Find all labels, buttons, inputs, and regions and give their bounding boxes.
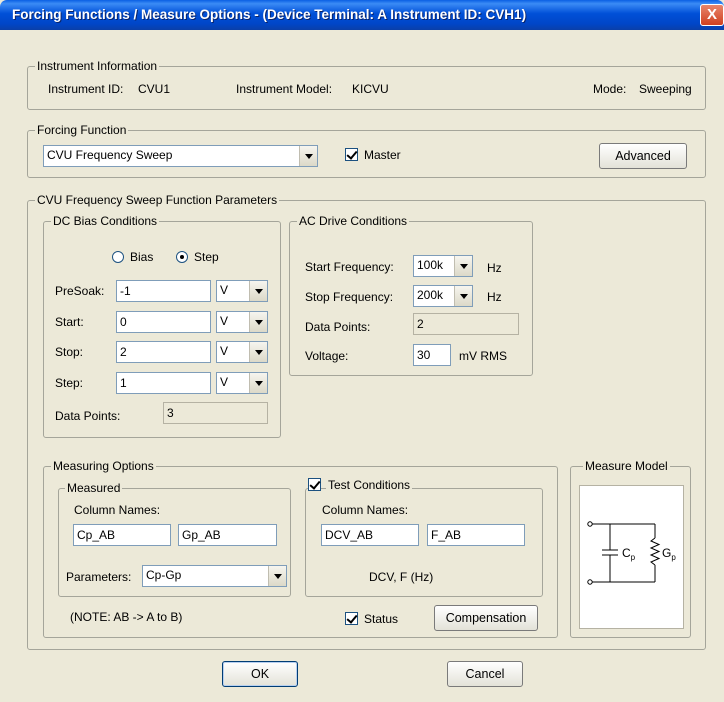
parameters-value: Cp-Gp [146, 568, 182, 582]
test-conditions-description: DCV, F (Hz) [369, 570, 434, 584]
chevron-down-icon[interactable] [249, 281, 267, 301]
chevron-down-icon[interactable] [249, 373, 267, 393]
forcing-function-legend: Forcing Function [35, 123, 129, 137]
dialog-window: Forcing Functions / Measure Options - (D… [0, 0, 724, 702]
test-col2-input[interactable]: F_AB [427, 524, 525, 546]
capacitor-label: Cp [622, 546, 636, 562]
chevron-down-icon[interactable] [299, 146, 317, 166]
step-radio[interactable] [176, 251, 188, 263]
measure-model-diagram: Cp Gp [579, 485, 684, 629]
instrument-model-label: Instrument Model: [236, 82, 333, 96]
mode-value: Sweeping [639, 82, 692, 96]
chevron-down-icon[interactable] [268, 566, 286, 586]
start-frequency-label: Start Frequency: [305, 260, 394, 274]
step-unit-value: V [220, 375, 229, 389]
ac-drive-legend: AC Drive Conditions [297, 214, 410, 228]
instrument-info-legend: Instrument Information [35, 59, 160, 73]
measured-col2-input[interactable]: Gp_AB [178, 524, 277, 546]
test-conditions-label: Test Conditions [326, 478, 413, 492]
start-label: Start: [55, 315, 84, 329]
dc-datapoints-value: 3 [163, 402, 268, 424]
cancel-button[interactable]: Cancel [447, 661, 523, 687]
status-checkbox[interactable] [345, 612, 358, 625]
status-label: Status [364, 612, 399, 626]
step-input[interactable]: 1 [116, 372, 211, 394]
stop-frequency-value: 200k [417, 288, 444, 302]
conductance-label: Gp [662, 546, 676, 562]
measured-column-names-label: Column Names: [74, 503, 161, 517]
start-frequency-unit: Hz [487, 261, 502, 275]
stop-unit-select[interactable]: V [216, 341, 268, 363]
measure-model-legend: Measure Model [583, 459, 670, 473]
presoak-input[interactable]: -1 [116, 280, 211, 302]
chevron-down-icon[interactable] [454, 256, 472, 276]
voltage-label: Voltage: [305, 349, 349, 363]
presoak-unit-value: V [220, 283, 229, 297]
parameters-select[interactable]: Cp-Gp [142, 565, 287, 587]
start-frequency-value: 100k [417, 258, 444, 272]
master-label: Master [364, 148, 401, 162]
stop-frequency-label: Stop Frequency: [305, 290, 394, 304]
start-unit-value: V [220, 314, 229, 328]
step-unit-select[interactable]: V [216, 372, 268, 394]
title-bar[interactable]: Forcing Functions / Measure Options - (D… [0, 0, 724, 30]
parallel-rc-circuit-icon: Cp Gp [587, 521, 676, 585]
master-checkbox[interactable] [345, 148, 358, 161]
stop-frequency-unit: Hz [487, 290, 502, 304]
test-conditions-checkbox[interactable] [308, 478, 321, 491]
ok-button[interactable]: OK [222, 661, 298, 687]
instrument-id-value: CVU1 [138, 82, 171, 96]
advanced-button[interactable]: Advanced [599, 143, 687, 169]
bias-radio-label: Bias [130, 250, 154, 264]
bias-radio[interactable] [112, 251, 124, 263]
note-text: (NOTE: AB -> A to B) [70, 610, 183, 624]
parameters-label: Parameters: [66, 570, 132, 584]
sweep-params-legend: CVU Frequency Sweep Function Parameters [35, 193, 280, 207]
compensation-button[interactable]: Compensation [434, 605, 538, 631]
measured-col1-input[interactable]: Cp_AB [73, 524, 171, 546]
stop-label: Stop: [55, 345, 84, 359]
test-column-names-label: Column Names: [322, 503, 409, 517]
stop-unit-value: V [220, 344, 229, 358]
chevron-down-icon[interactable] [249, 342, 267, 362]
window-title: Forcing Functions / Measure Options - (D… [12, 7, 527, 22]
step-label: Step: [55, 376, 84, 390]
instrument-model-value: KICVU [352, 82, 389, 96]
test-col1-input[interactable]: DCV_AB [321, 524, 419, 546]
stop-input[interactable]: 2 [116, 341, 211, 363]
ac-datapoints-label: Data Points: [305, 320, 371, 334]
start-unit-select[interactable]: V [216, 311, 268, 333]
ac-datapoints-value: 2 [413, 313, 519, 335]
close-button[interactable]: X [700, 4, 724, 26]
forcing-function-value: CVU Frequency Sweep [47, 148, 173, 162]
voltage-unit: mV RMS [459, 349, 507, 363]
presoak-unit-select[interactable]: V [216, 280, 268, 302]
chevron-down-icon[interactable] [249, 312, 267, 332]
voltage-input[interactable]: 30 [413, 344, 451, 366]
dc-datapoints-label: Data Points: [55, 409, 121, 423]
measured-legend: Measured [65, 481, 123, 495]
stop-frequency-select[interactable]: 200k [413, 285, 473, 307]
start-frequency-select[interactable]: 100k [413, 255, 473, 277]
step-radio-label: Step [194, 250, 219, 264]
mode-label: Mode: [593, 82, 627, 96]
forcing-function-select[interactable]: CVU Frequency Sweep [43, 145, 318, 167]
instrument-id-label: Instrument ID: [48, 82, 124, 96]
dc-bias-legend: DC Bias Conditions [51, 214, 160, 228]
presoak-label: PreSoak: [55, 284, 105, 298]
measuring-options-legend: Measuring Options [51, 459, 156, 473]
chevron-down-icon[interactable] [454, 286, 472, 306]
start-input[interactable]: 0 [116, 311, 211, 333]
